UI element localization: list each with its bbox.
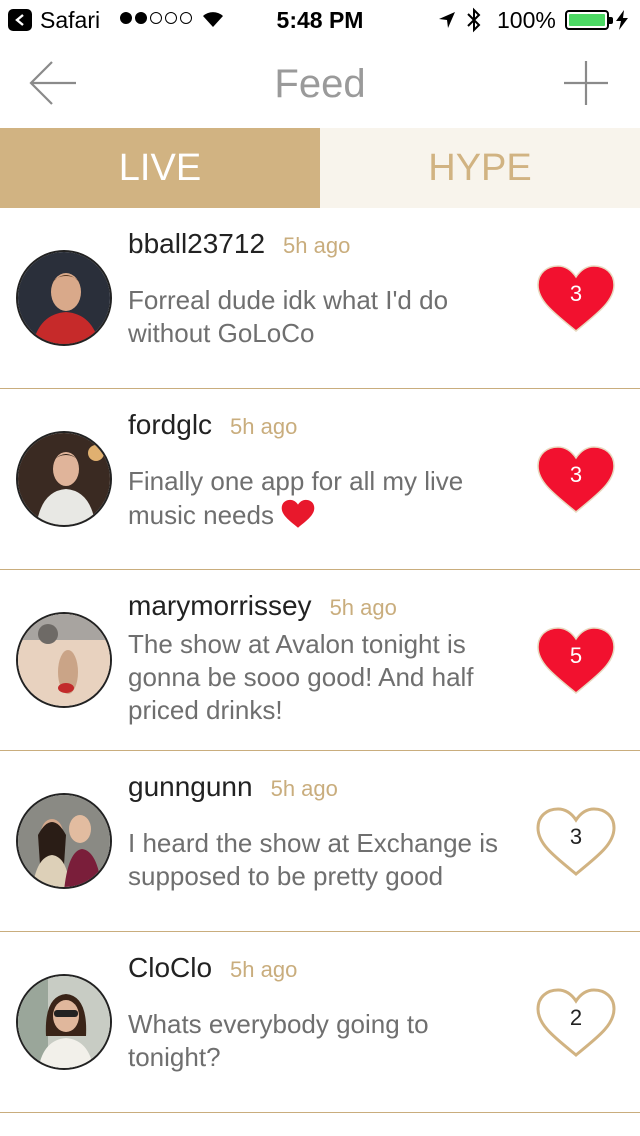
username[interactable]: CloClo 5h ago	[128, 952, 297, 984]
like-count: 5	[569, 643, 583, 668]
feed-item: gunngunn 5h ago I heard the show at Excha…	[0, 751, 640, 932]
username-text[interactable]: CloClo	[128, 952, 212, 983]
post-message: I heard the show at Exchange is supposed…	[128, 828, 499, 891]
add-post-icon[interactable]	[562, 59, 610, 107]
red-heart-emoji	[281, 499, 315, 528]
like-button[interactable]: 3	[534, 263, 618, 335]
tab-live[interactable]: LIVE	[0, 128, 320, 208]
like-button[interactable]: 3	[534, 806, 618, 878]
feed-list: bball23712 5h ago Forreal dude idk what I…	[0, 208, 640, 1113]
like-count: 3	[569, 462, 583, 487]
post-time: 5h ago	[230, 414, 298, 439]
post-message: Forreal dude idk what I'd do without GoL…	[128, 285, 449, 348]
like-button[interactable]: 2	[534, 987, 618, 1059]
username-text[interactable]: fordglc	[128, 409, 212, 440]
avatar[interactable]	[16, 431, 112, 527]
post-message: The show at Avalon tonight is gonna be s…	[128, 629, 474, 725]
avatar[interactable]	[16, 974, 112, 1070]
like-count: 2	[569, 1005, 583, 1030]
username-text[interactable]: bball23712	[128, 228, 265, 259]
avatar[interactable]	[16, 250, 112, 346]
username[interactable]: bball23712 5h ago	[128, 228, 350, 260]
post-message: Whats everybody going to tonight?	[128, 1009, 429, 1072]
username[interactable]: gunngunn 5h ago	[128, 771, 338, 803]
status-bar: Safari 5:48 PM 100%	[0, 0, 640, 40]
page-title: Feed	[274, 62, 366, 106]
like-count: 3	[569, 281, 583, 306]
like-button[interactable]: 5	[534, 625, 618, 697]
charging-bolt-icon	[616, 10, 628, 30]
post-time: 5h ago	[283, 233, 351, 258]
battery-icon	[565, 10, 613, 30]
feed-item: marymorrissey 5h ago The show at Avalon t…	[0, 570, 640, 751]
navigation-bar: Feed	[0, 40, 640, 128]
feed-item: bball23712 5h ago Forreal dude idk what I…	[0, 208, 640, 389]
avatar[interactable]	[16, 793, 112, 889]
feed-item: fordglc 5h ago Finally one app for all my…	[0, 389, 640, 570]
tab-hype[interactable]: HYPE	[320, 128, 640, 208]
post-time: 5h ago	[230, 957, 298, 982]
post-time: 5h ago	[270, 776, 338, 801]
username-text[interactable]: marymorrissey	[128, 590, 312, 621]
feed-item: CloClo 5h ago Whats everybody going to to…	[0, 932, 640, 1113]
location-arrow-icon	[439, 12, 455, 28]
battery-percentage: 100%	[497, 7, 556, 33]
post-message: Finally one app for all my live music ne…	[128, 465, 518, 532]
post-time: 5h ago	[329, 595, 397, 620]
username[interactable]: fordglc 5h ago	[128, 409, 297, 441]
like-button[interactable]: 3	[534, 444, 618, 516]
bluetooth-icon	[467, 7, 481, 33]
username-text[interactable]: gunngunn	[128, 771, 253, 802]
username[interactable]: marymorrissey 5h ago	[128, 590, 397, 622]
avatar[interactable]	[16, 612, 112, 708]
feed-tabs: LIVE HYPE	[0, 128, 640, 208]
like-count: 3	[569, 824, 583, 849]
